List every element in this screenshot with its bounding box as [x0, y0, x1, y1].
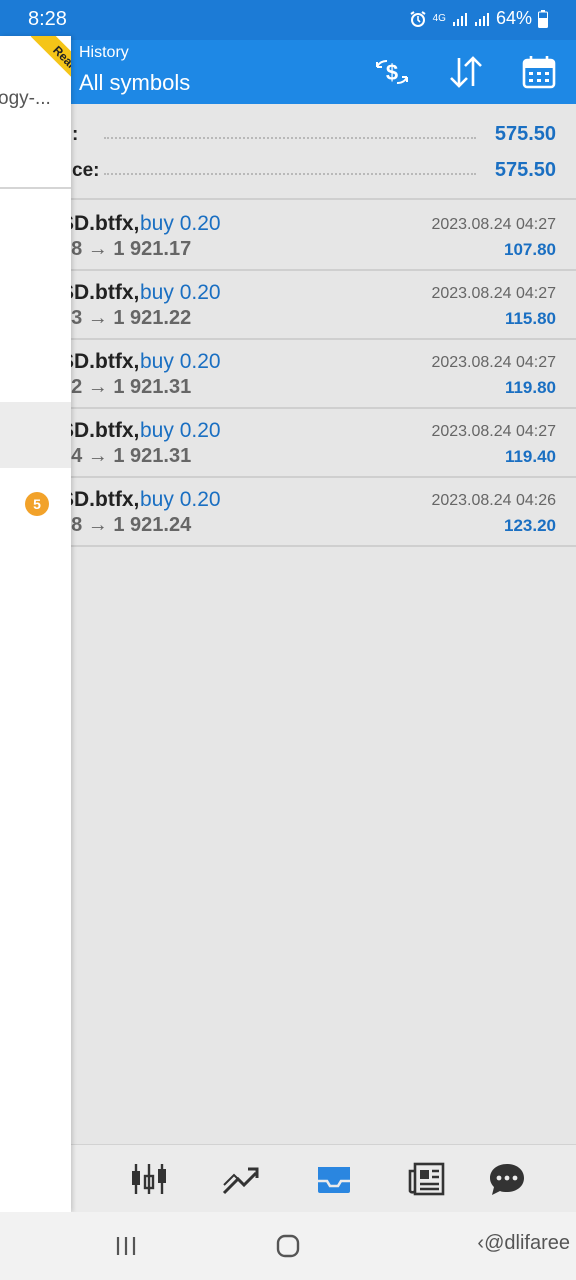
deal-symbol: SD.btfx, [60, 488, 140, 511]
dotted-leader [104, 173, 476, 175]
home-icon[interactable] [270, 1230, 306, 1262]
drawer-divider [0, 187, 71, 189]
system-nav-bar: ‹@dlifaree [0, 1212, 576, 1280]
status-bar: 8:28 4G 64% [0, 0, 576, 40]
deal-prices: 78 → 1 921.17 [60, 238, 192, 260]
deal-row[interactable]: SD.btfx, buy 0.20 43 → 1 921.22 2023.08.… [0, 271, 576, 340]
chart-icon[interactable] [127, 1157, 171, 1201]
app-toolbar: History All symbols $ [0, 40, 576, 104]
watermark-overlay: ‹@dlifaree [477, 1232, 570, 1255]
status-time: 8:28 [28, 8, 67, 30]
deal-prices: 34 → 1 921.31 [60, 445, 192, 467]
svg-text:$: $ [386, 60, 398, 85]
deal-action: buy 0.20 [140, 350, 221, 373]
chat-icon[interactable] [485, 1157, 529, 1201]
deal-symbol: SD.btfx, [60, 212, 140, 235]
deal-profit: 115.80 [504, 309, 556, 328]
watermark-text: @dlifaree [484, 1232, 570, 1254]
notification-badge: 5 [25, 492, 49, 516]
summary-label: ce: [72, 160, 100, 181]
bottom-tab-bar [0, 1144, 576, 1212]
deal-profit: 119.80 [504, 378, 556, 397]
battery-icon [538, 9, 548, 28]
signal-icon [452, 12, 467, 26]
deal-profit: 123.20 [504, 516, 556, 535]
drawer-account-name[interactable]: ogy-... [0, 88, 51, 110]
deal-row[interactable]: SD.btfx, buy 0.20 08 → 1 921.24 2023.08.… [0, 478, 576, 547]
summary-label: : [72, 124, 79, 145]
news-icon[interactable] [405, 1157, 449, 1201]
deal-time: 2023.08.24 04:27 [431, 216, 556, 233]
deal-symbol: SD.btfx, [60, 281, 140, 304]
summary-value: 575.50 [494, 123, 556, 145]
summary-row: : 575.50 [0, 120, 576, 150]
status-icons: 4G 64% [409, 8, 548, 29]
account-summary: : 575.50 ce: 575.50 [0, 104, 576, 200]
trade-icon[interactable] [218, 1157, 262, 1201]
deal-time: 2023.08.24 04:26 [431, 492, 556, 509]
deal-time: 2023.08.24 04:27 [431, 354, 556, 371]
navigation-drawer[interactable]: ogy-... Real 5 [0, 36, 71, 1212]
recent-apps-icon[interactable] [108, 1230, 144, 1262]
real-account-ribbon: Real [30, 36, 71, 91]
deal-row[interactable]: SD.btfx, buy 0.20 32 → 1 921.31 2023.08.… [0, 340, 576, 409]
deal-profit: 107.80 [504, 240, 556, 259]
deal-symbol: SD.btfx, [60, 350, 140, 373]
alarm-icon [410, 10, 426, 27]
deal-prices: 43 → 1 921.22 [60, 307, 192, 329]
calendar-icon[interactable] [519, 52, 559, 92]
history-icon[interactable] [312, 1157, 356, 1201]
sort-icon[interactable] [446, 52, 486, 92]
toolbar-subtitle: History [79, 44, 129, 61]
toolbar-title[interactable]: All symbols [79, 70, 190, 96]
signal-icon-2 [474, 12, 489, 26]
summary-value: 575.50 [494, 159, 556, 181]
battery-percent: 64% [495, 8, 532, 28]
drawer-item-selected[interactable] [0, 402, 71, 468]
summary-row: ce: 575.50 [0, 156, 576, 186]
network-type: 4G [432, 12, 446, 24]
dotted-leader [104, 137, 476, 139]
deal-prices: 08 → 1 921.24 [60, 514, 192, 536]
deal-profit: 119.40 [504, 447, 556, 466]
deal-row[interactable]: SD.btfx, buy 0.20 78 → 1 921.17 2023.08.… [0, 202, 576, 271]
deal-row[interactable]: SD.btfx, buy 0.20 34 → 1 921.31 2023.08.… [0, 409, 576, 478]
deal-action: buy 0.20 [140, 281, 221, 304]
deal-action: buy 0.20 [140, 419, 221, 442]
deal-action: buy 0.20 [140, 488, 221, 511]
deal-time: 2023.08.24 04:27 [431, 423, 556, 440]
currency-exchange-icon[interactable]: $ [372, 52, 412, 92]
deal-time: 2023.08.24 04:27 [431, 285, 556, 302]
deal-action: buy 0.20 [140, 212, 221, 235]
deal-prices: 32 → 1 921.31 [60, 376, 192, 398]
deal-symbol: SD.btfx, [60, 419, 140, 442]
